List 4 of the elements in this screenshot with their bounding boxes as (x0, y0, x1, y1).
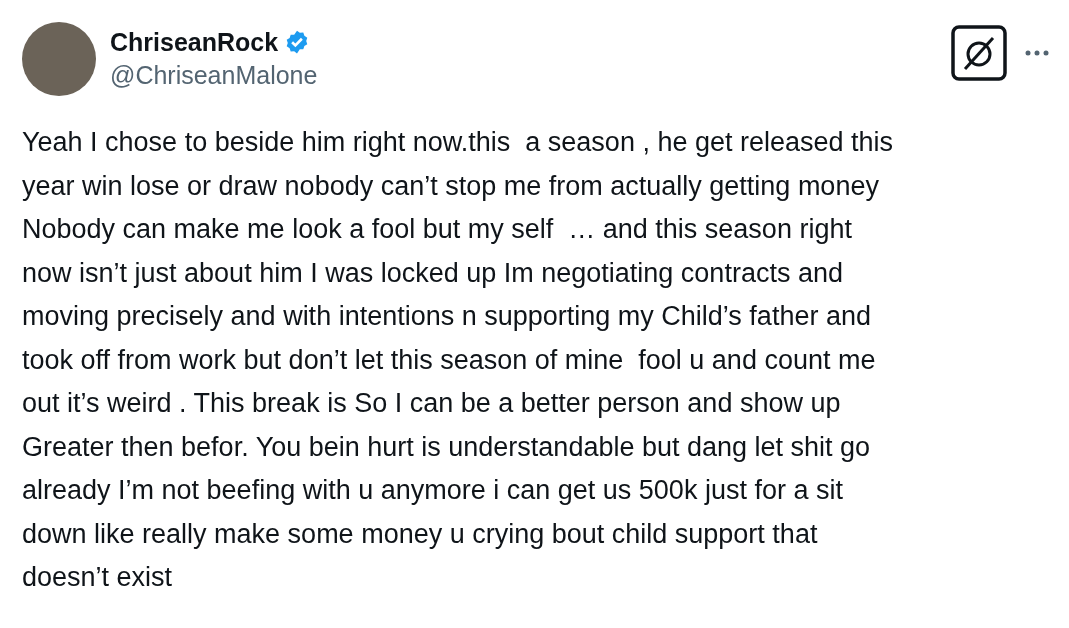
author-name[interactable]: ChriseanRock (110, 27, 279, 57)
more-options-icon[interactable] (1025, 49, 1049, 57)
author-handle[interactable]: @ChriseanMalone (110, 59, 318, 91)
post-text: Yeah I chose to beside him right now.this a season , he get released this year win lose or draw nobody can’t stop me from actually getting money Nobody can make me look a fool but my self … and this season right now isn’t just about him I was locked up Im negotiating contracts and moving precisely and with intentions n supporting my Child’s father and took off from work but don’t let this season of mine fool u and count me out it’s weird . This break is So I can be a better person and show up Greater then befor. You bein hurt is understandable but dang let shit go already I’m not beefing with u anymore i can get us 500k just for a sit down like really make some money u crying bout child support that doesn’t exist (21, 126, 895, 594)
